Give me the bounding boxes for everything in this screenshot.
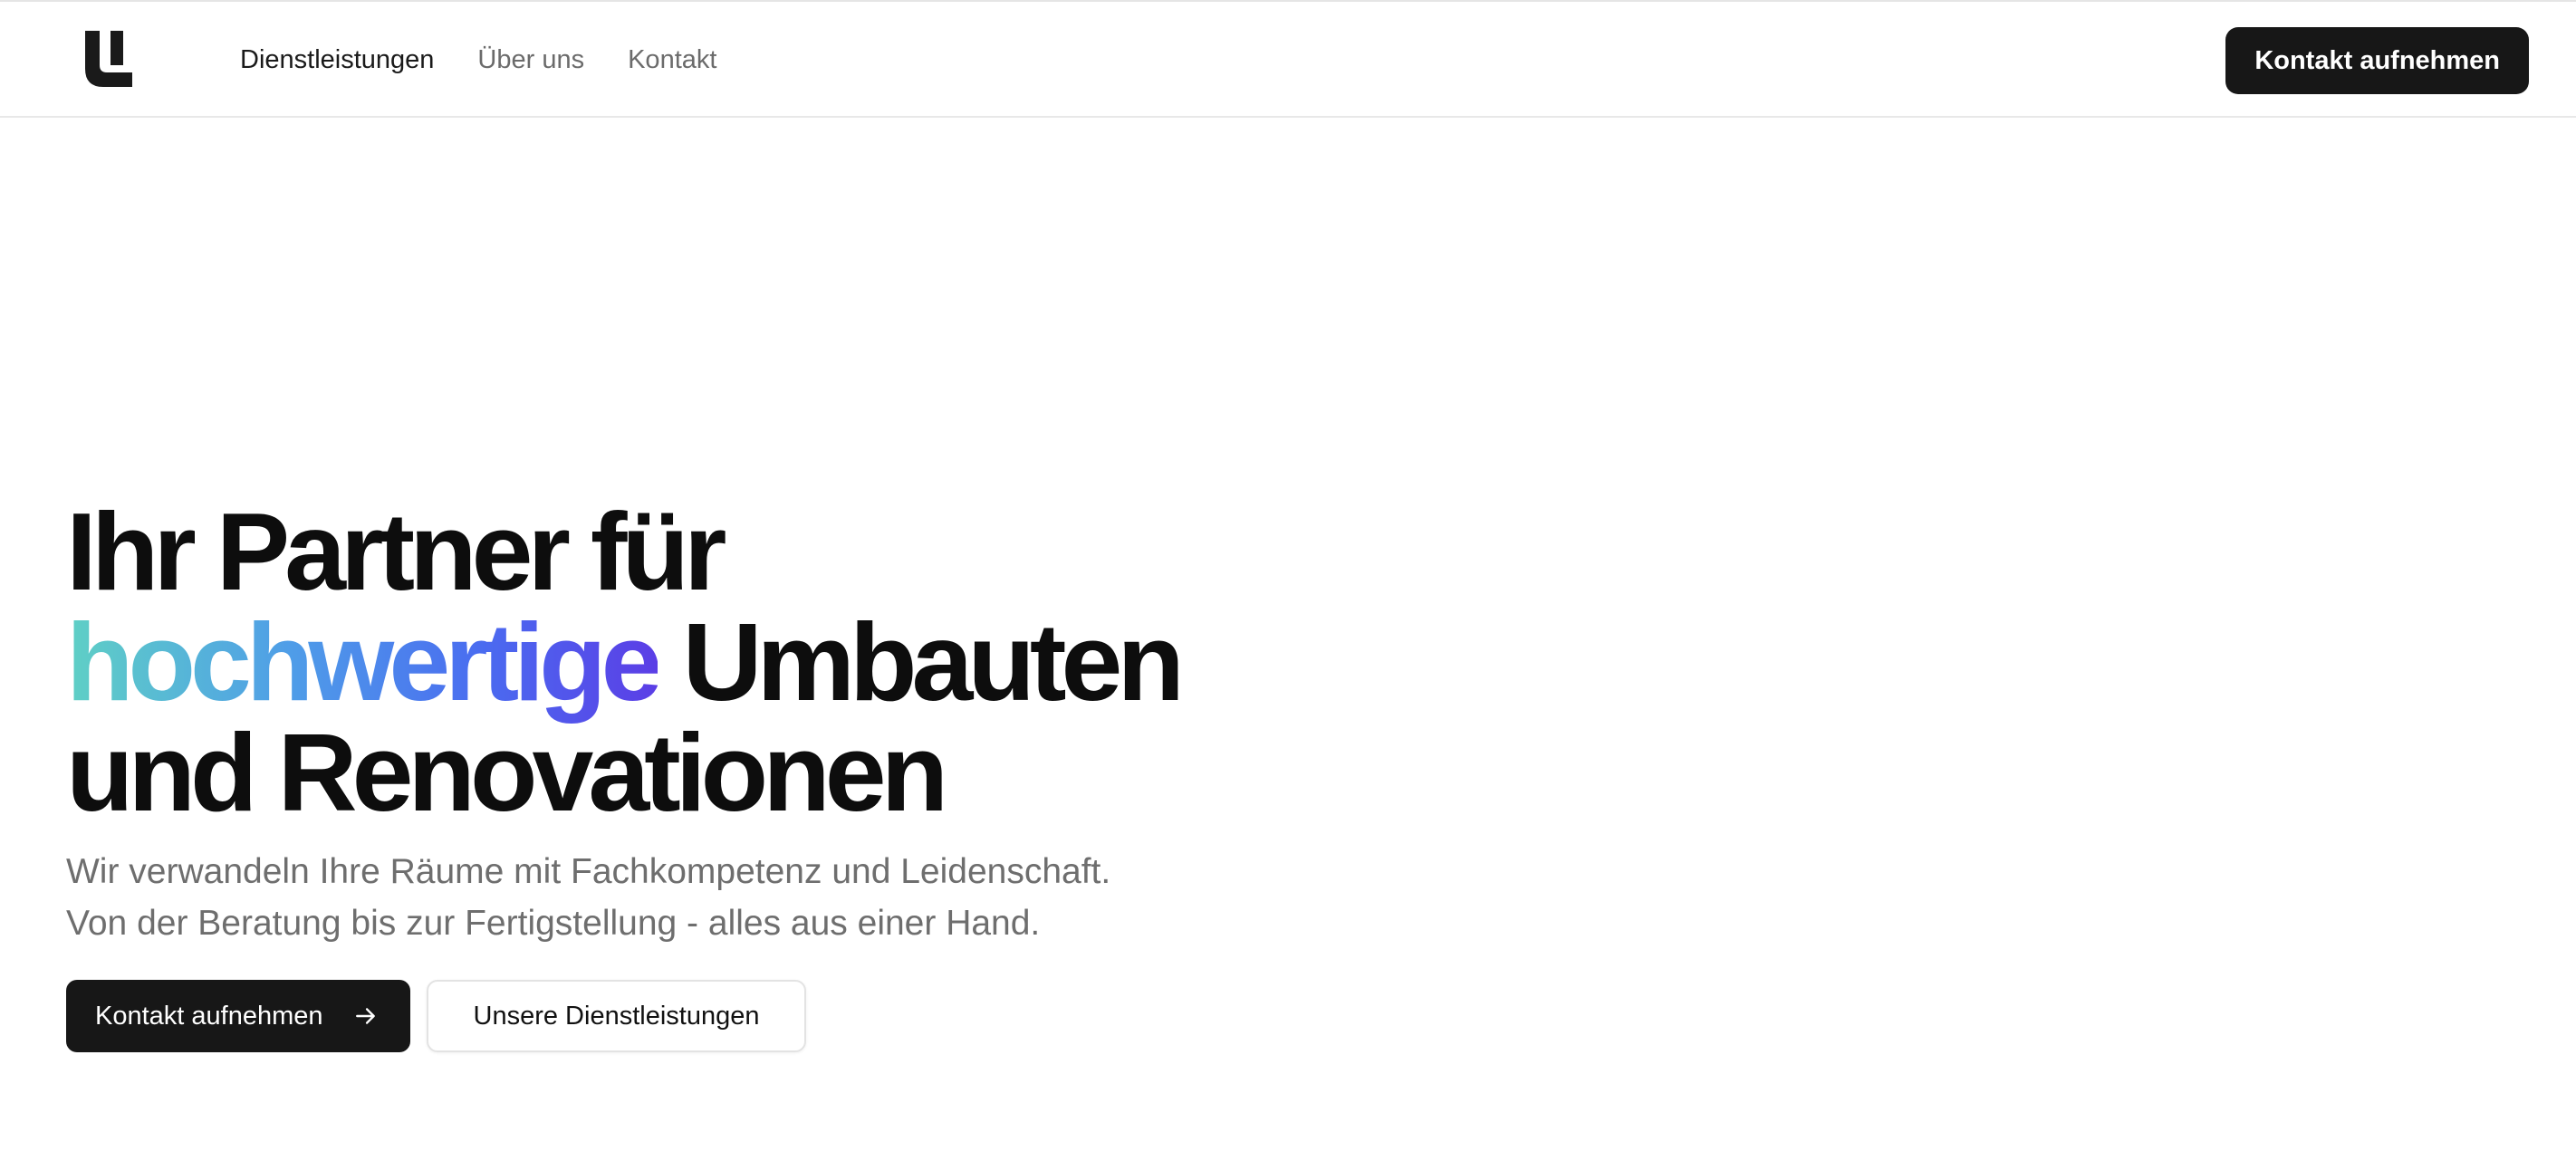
nav-item-dienstleistungen[interactable]: Dienstleistungen [240, 42, 434, 78]
header-contact-button[interactable]: Kontakt aufnehmen [2225, 27, 2529, 94]
hero-title-line-3: und Renovationen [66, 711, 948, 834]
hero-contact-button-label: Kontakt aufnehmen [95, 1001, 323, 1031]
hero-section: Ihr Partner für hochwertige Umbauten und… [66, 496, 1334, 1052]
hero-title-line-2-rest: Umbauten [657, 600, 1184, 724]
hero-subtitle: Wir verwandeln Ihre Räume mit Fachkompet… [66, 852, 1111, 943]
main-nav: Dienstleistungen Über uns Kontakt [240, 42, 716, 78]
arrow-right-icon [354, 1004, 378, 1028]
nav-item-kontakt[interactable]: Kontakt [628, 42, 716, 78]
hero-title-line-2: hochwertige Umbauten [66, 607, 1334, 717]
hero-title-line-1: Ihr Partner für [66, 490, 727, 613]
brand-logo-icon[interactable] [83, 29, 134, 89]
hero-actions: Kontakt aufnehmen Unsere Dienstleistunge… [66, 980, 1334, 1052]
site-header: Dienstleistungen Über uns Kontakt Kontak… [0, 0, 2576, 118]
hero-title-highlight: hochwertige [66, 600, 663, 724]
hero-services-button[interactable]: Unsere Dienstleistungen [426, 980, 807, 1052]
hero-title: Ihr Partner für hochwertige Umbauten und… [66, 496, 1334, 828]
hero-contact-button[interactable]: Kontakt aufnehmen [66, 980, 410, 1052]
nav-item-ueber-uns[interactable]: Über uns [477, 42, 584, 78]
